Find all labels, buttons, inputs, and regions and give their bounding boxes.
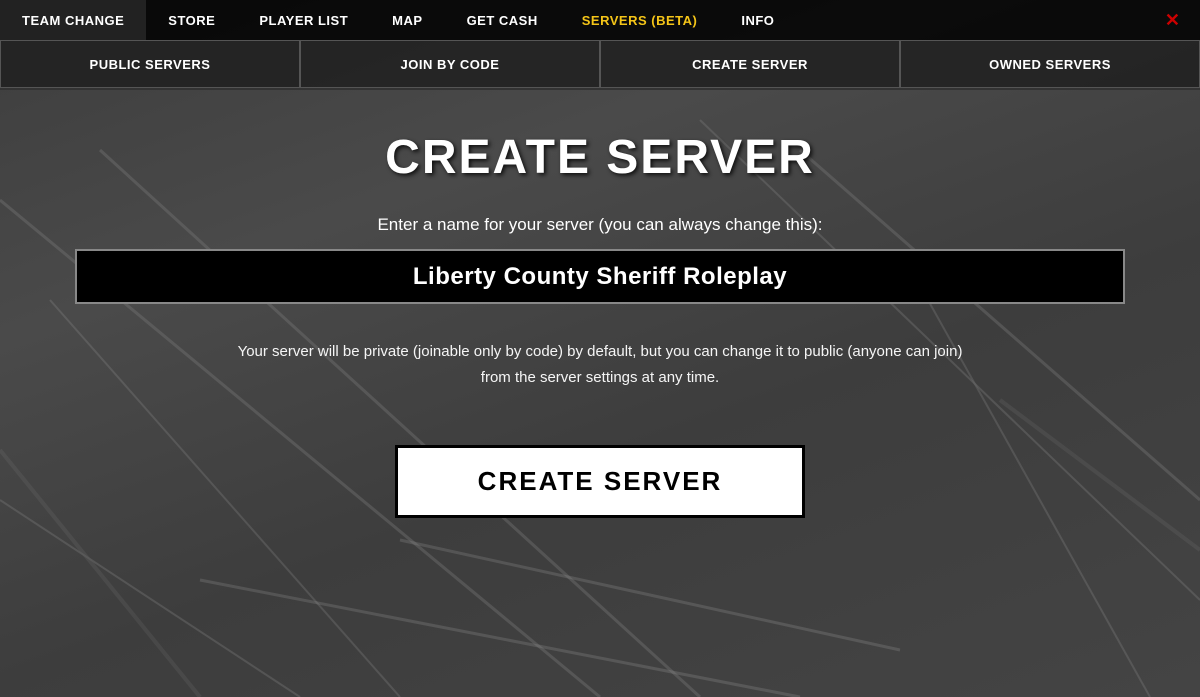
nav-item-map[interactable]: MAP <box>370 0 444 40</box>
nav-item-team-change[interactable]: TEAM CHANGE <box>0 0 146 40</box>
server-name-input[interactable] <box>75 249 1125 304</box>
nav-item-info[interactable]: INFO <box>719 0 796 40</box>
nav-item-store[interactable]: STORE <box>146 0 237 40</box>
tab-public-servers[interactable]: PUBLIC SERVERS <box>0 40 300 88</box>
create-server-button[interactable]: CREATE SERVER <box>395 445 806 518</box>
tab-bar: PUBLIC SERVERS JOIN BY CODE CREATE SERVE… <box>0 40 1200 90</box>
close-button[interactable]: ✕ <box>1145 0 1200 40</box>
top-navigation: TEAM CHANGE STORE PLAYER LIST MAP GET CA… <box>0 0 1200 40</box>
privacy-note: Your server will be private (joinable on… <box>225 339 975 390</box>
main-content: CREATE SERVER Enter a name for your serv… <box>0 90 1200 697</box>
input-label: Enter a name for your server (you can al… <box>377 215 822 235</box>
tab-owned-servers[interactable]: OWNED SERVERS <box>900 40 1200 88</box>
nav-item-player-list[interactable]: PLAYER LIST <box>237 0 370 40</box>
tab-create-server[interactable]: CREATE SERVER <box>600 40 900 88</box>
tab-join-by-code[interactable]: JOIN BY CODE <box>300 40 600 88</box>
page-title: CREATE SERVER <box>385 130 815 185</box>
nav-item-get-cash[interactable]: GET CASH <box>445 0 560 40</box>
nav-item-servers-beta[interactable]: SERVERS (BETA) <box>560 0 720 40</box>
